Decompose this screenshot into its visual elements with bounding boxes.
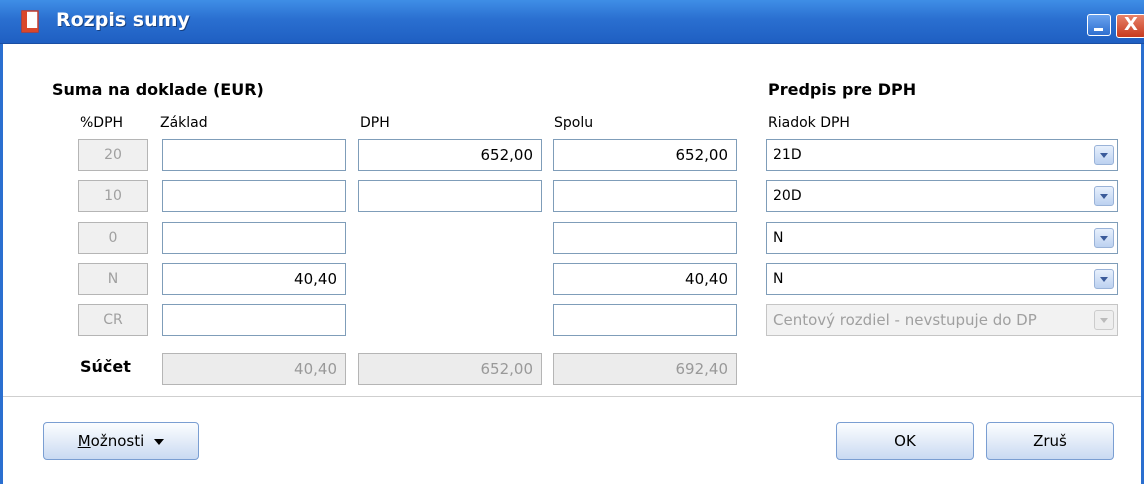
total-input[interactable] — [553, 222, 737, 254]
rate-label: CR — [78, 304, 148, 336]
title-bar[interactable]: Rozpis sumy X — [0, 0, 1144, 44]
select-value: 21D — [773, 147, 802, 163]
section-title-sum: Suma na doklade (EUR) — [52, 80, 264, 99]
vat-input[interactable]: 652,00 — [358, 139, 542, 171]
select-value: N — [773, 271, 784, 287]
col-header-rate: %DPH — [80, 115, 124, 131]
base-input[interactable] — [162, 180, 346, 212]
minimize-icon[interactable] — [1087, 14, 1111, 36]
cent-difference-select: Centový rozdiel - nevstupuje do DP — [766, 304, 1118, 336]
select-value: N — [773, 230, 784, 246]
window-title: Rozpis sumy — [56, 9, 190, 31]
rate-label: 20 — [78, 139, 148, 171]
sum-label: Súčet — [80, 357, 131, 376]
base-input[interactable] — [162, 139, 346, 171]
base-input[interactable] — [162, 304, 346, 336]
cancel-button[interactable]: Zruš — [986, 422, 1114, 460]
chevron-down-icon[interactable] — [1094, 228, 1114, 248]
document-icon — [21, 10, 39, 33]
chevron-down-icon[interactable] — [1094, 145, 1114, 165]
total-input[interactable] — [553, 304, 737, 336]
vat-row-select[interactable]: N — [766, 222, 1118, 254]
rate-label: 10 — [78, 180, 148, 212]
chevron-down-icon — [1094, 310, 1114, 330]
rate-label: N — [78, 263, 148, 295]
vat-input[interactable] — [358, 180, 542, 212]
sum-vat-field: 652,00 — [358, 353, 542, 385]
window-border-left — [0, 44, 3, 484]
options-mnemonic: M — [77, 432, 91, 450]
rate-label: 0 — [78, 222, 148, 254]
select-value: 20D — [773, 188, 802, 204]
options-label: ožnosti — [90, 432, 145, 450]
footer-divider — [3, 396, 1141, 397]
chevron-down-icon[interactable] — [1094, 269, 1114, 289]
dialog-window: Rozpis sumy X Suma na doklade (EUR) %DPH… — [0, 0, 1144, 484]
chevron-down-icon — [154, 438, 165, 445]
select-value: Centový rozdiel - nevstupuje do DP — [773, 311, 1037, 329]
base-input[interactable]: 40,40 — [162, 263, 346, 295]
vat-row-select[interactable]: 21D — [766, 139, 1118, 171]
col-header-base: Základ — [160, 115, 208, 131]
sum-total-field: 692,40 — [553, 353, 737, 385]
base-input[interactable] — [162, 222, 346, 254]
total-input[interactable] — [553, 180, 737, 212]
col-header-vat-row: Riadok DPH — [768, 115, 850, 131]
options-button[interactable]: Možnosti — [43, 422, 199, 460]
total-input[interactable]: 652,00 — [553, 139, 737, 171]
vat-row-select[interactable]: N — [766, 263, 1118, 295]
close-icon[interactable]: X — [1116, 14, 1144, 38]
chevron-down-icon[interactable] — [1094, 186, 1114, 206]
col-header-vat: DPH — [360, 115, 390, 131]
col-header-total: Spolu — [554, 115, 594, 131]
vat-row-select[interactable]: 20D — [766, 180, 1118, 212]
ok-button[interactable]: OK — [836, 422, 974, 460]
sum-base-field: 40,40 — [162, 353, 346, 385]
total-input[interactable]: 40,40 — [553, 263, 737, 295]
section-title-vat-entry: Predpis pre DPH — [768, 80, 917, 99]
